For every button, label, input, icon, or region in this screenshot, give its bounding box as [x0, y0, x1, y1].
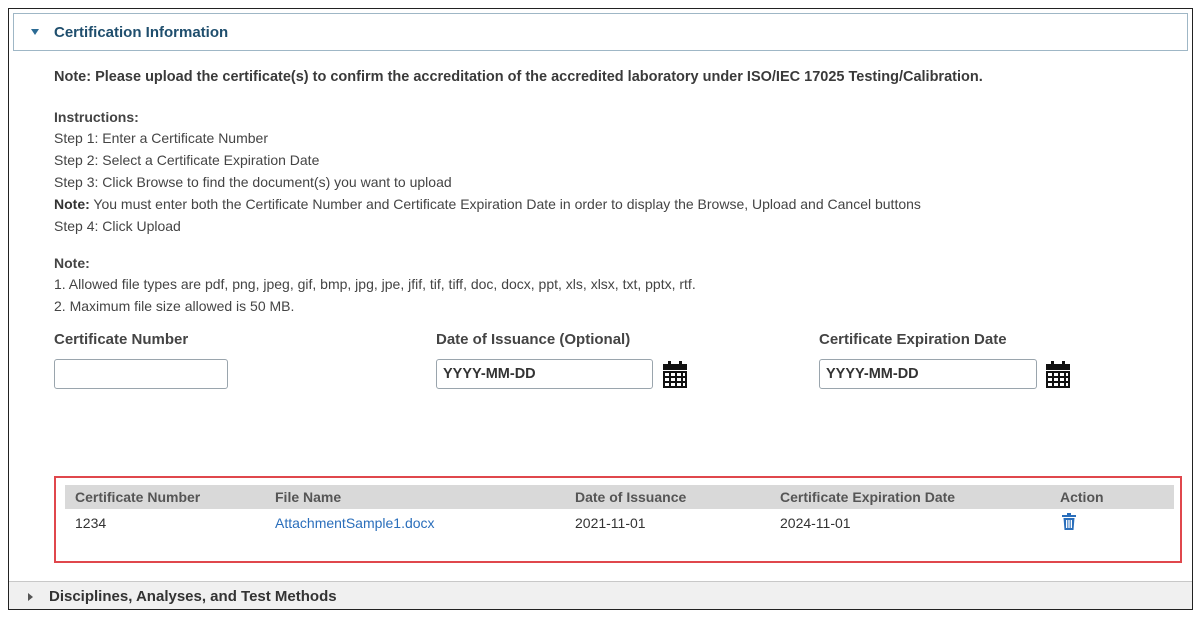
step-1: Step 1: Enter a Certificate Number — [54, 130, 268, 146]
certificates-table: Certificate Number File Name Date of Iss… — [65, 485, 1174, 537]
cell-cert-number: 1234 — [75, 515, 107, 531]
instructions-note-label: Note: — [54, 196, 90, 212]
cell-issuance: 2021-11-01 — [575, 515, 646, 531]
cell-action — [1050, 509, 1174, 537]
cert-number-input[interactable] — [54, 359, 228, 389]
notes-heading: Note: — [54, 255, 90, 271]
col-issuance[interactable]: Date of Issuance — [565, 485, 770, 509]
issuance-group: Date of Issuance (Optional) — [436, 331, 630, 348]
expiration-group: Certificate Expiration Date — [819, 331, 1007, 348]
panel-title: Certification Information — [54, 23, 229, 41]
disciplines-panel-header[interactable]: Disciplines, Analyses, and Test Methods — [9, 581, 1192, 609]
instructions-heading: Instructions: — [54, 109, 139, 125]
instructions-note: Note: You must enter both the Certificat… — [54, 196, 1192, 213]
col-action: Action — [1050, 485, 1174, 509]
note-file-size: 2. Maximum file size allowed is 50 MB. — [54, 298, 295, 314]
chevron-right-icon — [23, 590, 37, 604]
certificates-table-highlight: Certificate Number File Name Date of Iss… — [54, 476, 1182, 563]
certification-panel-header[interactable]: Certification Information — [13, 13, 1188, 51]
page-frame: Certification Information Note: Please u… — [8, 8, 1193, 610]
step-4: Step 4: Click Upload — [54, 218, 181, 234]
cell-expiration: 2024-11-01 — [780, 515, 851, 531]
calendar-icon[interactable] — [662, 361, 688, 389]
step-3: Step 3: Click Browse to find the documen… — [54, 174, 452, 190]
col-expiration[interactable]: Certificate Expiration Date — [770, 485, 1050, 509]
upload-note: Note: Please upload the certificate(s) t… — [54, 69, 983, 85]
instructions-note-text: You must enter both the Certificate Numb… — [89, 196, 921, 212]
cert-number-group: Certificate Number — [54, 331, 188, 348]
file-link[interactable]: AttachmentSample1.docx — [275, 515, 435, 531]
expiration-date-input[interactable] — [819, 359, 1037, 389]
certification-content: Note: Please upload the certificate(s) t… — [9, 69, 1192, 421]
issuance-date-input[interactable] — [436, 359, 653, 389]
col-file-name[interactable]: File Name — [265, 485, 565, 509]
certificate-form: Certificate Number Date of Issuance (Opt… — [54, 331, 1192, 421]
col-cert-number[interactable]: Certificate Number — [65, 485, 265, 509]
calendar-icon[interactable] — [1045, 361, 1071, 389]
table-header-row: Certificate Number File Name Date of Iss… — [65, 485, 1174, 509]
step-2: Step 2: Select a Certificate Expiration … — [54, 152, 320, 168]
panel-title: Disciplines, Analyses, and Test Methods — [49, 588, 337, 605]
trash-icon[interactable] — [1060, 513, 1076, 533]
expiration-label: Certificate Expiration Date — [819, 331, 1007, 348]
chevron-down-icon — [28, 25, 42, 39]
cert-number-label: Certificate Number — [54, 331, 189, 348]
note-file-types: 1. Allowed file types are pdf, png, jpeg… — [54, 276, 696, 292]
table-row: 1234 AttachmentSample1.docx 2021-11-01 2… — [65, 509, 1174, 537]
issuance-label: Date of Issuance (Optional) — [436, 331, 631, 348]
cell-file-name: AttachmentSample1.docx — [265, 509, 565, 537]
